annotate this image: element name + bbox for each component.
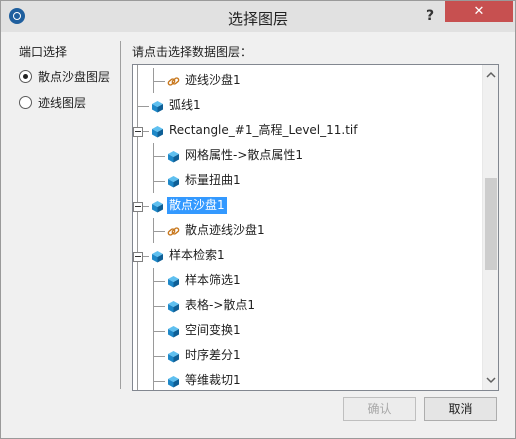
cube-icon bbox=[168, 326, 179, 338]
cube-icon bbox=[152, 101, 163, 113]
cube-icon bbox=[168, 376, 179, 388]
tree-node-label[interactable]: 标量扭曲1 bbox=[183, 172, 243, 189]
port-group-label: 端口选择 bbox=[19, 45, 68, 59]
radio-unchecked-icon[interactable] bbox=[19, 96, 32, 109]
ok-button[interactable]: 确认 bbox=[343, 397, 416, 421]
tree-scrollbar[interactable] bbox=[482, 65, 499, 390]
tree-node-label[interactable]: 散点迹线沙盘1 bbox=[183, 222, 267, 239]
cube-icon bbox=[168, 351, 179, 363]
scroll-thumb[interactable] bbox=[485, 178, 497, 270]
link-icon bbox=[167, 227, 180, 236]
scroll-up-arrow-icon[interactable] bbox=[483, 67, 499, 83]
tree-branch-line bbox=[153, 356, 165, 357]
link-icon bbox=[167, 77, 180, 86]
cube-icon bbox=[168, 276, 179, 288]
tree-branch-line bbox=[153, 181, 165, 182]
cube-icon bbox=[152, 251, 163, 263]
collapse-toggle-icon[interactable] bbox=[133, 252, 143, 262]
tree-node-label[interactable]: 网格属性->散点属性1 bbox=[183, 147, 305, 164]
tree-branch-line bbox=[137, 106, 149, 107]
tree-node-label[interactable]: 时序差分1 bbox=[183, 347, 243, 364]
panel-divider bbox=[120, 41, 121, 389]
tree-node-label[interactable]: 空间变换1 bbox=[183, 322, 243, 339]
close-button[interactable]: ✕ bbox=[445, 1, 513, 22]
select-layer-dialog: 选择图层 ? ✕ 端口选择 散点沙盘图层 迹线图层 请点击选择数据图层： 迹线沙… bbox=[0, 0, 516, 439]
tree-branch-line bbox=[153, 231, 165, 232]
radio-label: 迹线图层 bbox=[38, 96, 87, 110]
radio-checked-icon[interactable] bbox=[19, 70, 32, 83]
scroll-down-arrow-icon[interactable] bbox=[483, 372, 499, 388]
cancel-button[interactable]: 取消 bbox=[424, 397, 497, 421]
tree-branch-line bbox=[153, 306, 165, 307]
tree-node-label[interactable]: 样本检索1 bbox=[167, 247, 227, 264]
tree-branch-line bbox=[153, 381, 165, 382]
cube-icon bbox=[152, 201, 163, 213]
layer-tree[interactable]: 迹线沙盘1 弧线1 Rectangle_#1_高程_Level_11.tif 网格属性… bbox=[132, 64, 499, 391]
cube-icon bbox=[168, 151, 179, 163]
select-prompt: 请点击选择数据图层： bbox=[132, 45, 253, 59]
collapse-toggle-icon[interactable] bbox=[133, 202, 143, 212]
cube-icon bbox=[152, 126, 163, 138]
cube-icon bbox=[168, 301, 179, 313]
help-button[interactable]: ? bbox=[417, 6, 443, 26]
tree-branch-line bbox=[153, 281, 165, 282]
tree-guide-line bbox=[137, 65, 138, 390]
cube-icon bbox=[168, 176, 179, 188]
title-bar: 选择图层 ? ✕ bbox=[1, 1, 515, 32]
tree-guide-line bbox=[153, 368, 154, 390]
tree-node-label[interactable]: 样本筛选1 bbox=[183, 272, 243, 289]
tree-node-label[interactable]: 表格->散点1 bbox=[183, 297, 257, 314]
tree-branch-line bbox=[153, 81, 165, 82]
tree-node-label[interactable]: 散点沙盘1 bbox=[167, 197, 227, 214]
radio-label: 散点沙盘图层 bbox=[38, 70, 111, 84]
tree-node-label[interactable]: 等维裁切1 bbox=[183, 372, 243, 389]
tree-node-label[interactable]: 弧线1 bbox=[167, 97, 203, 114]
tree-branch-line bbox=[153, 156, 165, 157]
tree-node-label[interactable]: 迹线沙盘1 bbox=[183, 72, 243, 89]
tree-node-label[interactable]: Rectangle_#1_高程_Level_11.tif bbox=[167, 122, 360, 139]
collapse-toggle-icon[interactable] bbox=[133, 127, 143, 137]
tree-branch-line bbox=[153, 331, 165, 332]
